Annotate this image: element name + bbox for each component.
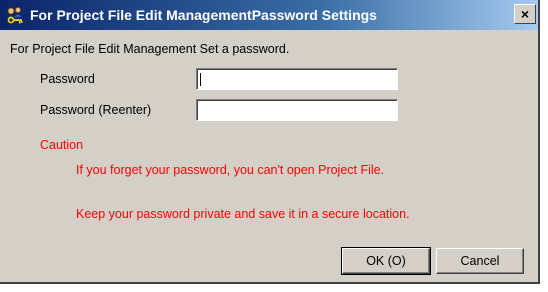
- password-field[interactable]: [196, 68, 398, 90]
- cancel-button-label: Cancel: [460, 254, 500, 268]
- password-reenter-label: Password (Reenter): [40, 103, 152, 117]
- password-settings-dialog: For Project File Edit ManagementPassword…: [0, 0, 540, 284]
- cancel-button[interactable]: Cancel: [436, 248, 524, 274]
- dialog-title: For Project File Edit ManagementPassword…: [30, 7, 377, 23]
- caution-heading: Caution: [40, 138, 84, 152]
- close-button[interactable]: ×: [514, 4, 536, 24]
- password-label: Password: [40, 72, 95, 86]
- caution-line-1: If you forget your password, you can't o…: [76, 163, 385, 177]
- caution-line-2: Keep your password private and save it i…: [76, 207, 410, 221]
- instruction-text: For Project File Edit Management Set a p…: [10, 42, 290, 56]
- title-bar[interactable]: For Project File Edit ManagementPassword…: [0, 0, 538, 30]
- text-caret: [200, 73, 201, 86]
- password-reenter-field[interactable]: [196, 99, 398, 121]
- key-people-icon: [5, 5, 25, 25]
- ok-button[interactable]: OK (O): [341, 247, 431, 275]
- ok-button-label: OK (O): [366, 254, 406, 268]
- close-icon: ×: [520, 6, 530, 22]
